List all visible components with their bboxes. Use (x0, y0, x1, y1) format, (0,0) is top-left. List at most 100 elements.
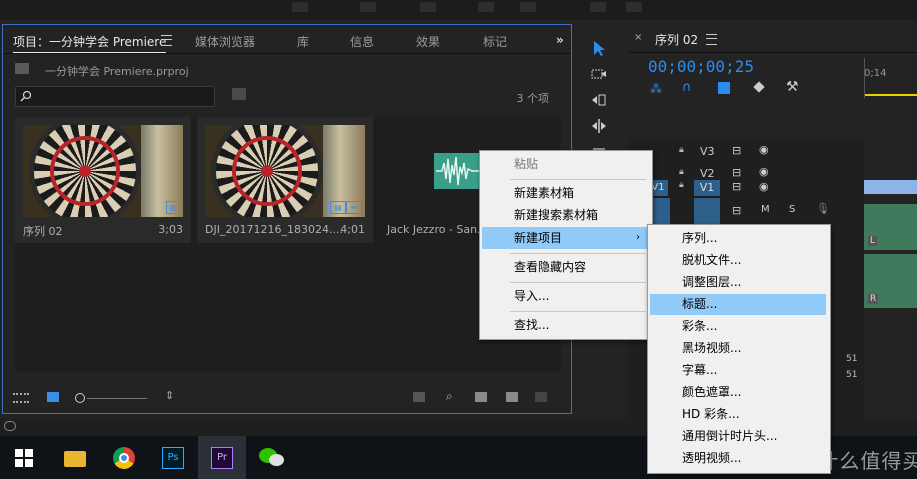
submenu-arrow-icon: › (636, 232, 640, 243)
submenu-item-adjustment-layer[interactable]: 调整图层... (650, 272, 826, 293)
work-area-bar (864, 94, 917, 96)
menu-item-new-item[interactable]: 新建项目 › (482, 227, 648, 249)
submenu-item-offline-file[interactable]: 脱机文件... (650, 250, 826, 271)
sync-lock-icon[interactable]: ⊟ (732, 204, 741, 217)
timeline-menu-icon[interactable] (706, 34, 717, 45)
submenu-item-black-video[interactable]: 黑场视频... (650, 338, 826, 359)
sync-lock-icon[interactable]: ⊟ (732, 180, 741, 193)
meter-label: 51 (846, 370, 858, 380)
eye-icon[interactable]: ◉ (759, 143, 769, 156)
wechat-button[interactable] (248, 436, 296, 479)
toolbar-ghost-icon (292, 2, 308, 12)
timeline-tab-title[interactable]: 序列 02 (655, 31, 698, 48)
media-item-duration: 4;01 (340, 223, 365, 236)
zoom-slider-track[interactable] (87, 398, 147, 399)
panel-tabs: 项目：一分钟学会 Premiere 媒体浏览器 库 信息 效果 标记 » (3, 25, 571, 54)
tab-library[interactable]: 库 (297, 33, 309, 50)
list-view-icon[interactable] (13, 393, 29, 403)
lock-icon[interactable]: 🔒︎ (679, 167, 684, 177)
track-label[interactable]: V1 (694, 180, 720, 196)
toolbar-ghost-icon (626, 2, 642, 12)
tab-markers[interactable]: 标记 (483, 33, 507, 50)
creative-cloud-icon[interactable] (4, 421, 16, 431)
track-label[interactable]: V2 (700, 167, 715, 180)
menu-item-new-bin[interactable]: 新建素材箱 (482, 183, 648, 204)
eye-icon[interactable]: ◉ (759, 180, 769, 193)
media-item-sequence[interactable]: ▥ 序列 02 3;03 (15, 117, 191, 243)
track-label[interactable]: V3 (700, 145, 715, 158)
icon-view-icon[interactable] (47, 392, 59, 402)
clear-icon[interactable] (535, 392, 547, 402)
toolbar-ghost-icon (520, 2, 536, 12)
media-item-duration: 3;03 (158, 223, 183, 236)
project-bottom-bar: ⇕ ⌕ (3, 383, 571, 413)
top-toolbar (0, 0, 917, 20)
linked-selection-icon[interactable] (718, 82, 730, 94)
project-file-name: 一分钟学会 Premiere.prproj (45, 65, 189, 78)
timecode-display[interactable]: 00;00;00;25 (648, 57, 754, 76)
windows-logo-icon (15, 449, 33, 467)
sync-lock-icon[interactable]: ⊟ (732, 144, 741, 157)
submenu-item-sequence[interactable]: 序列... (650, 228, 826, 249)
wrench-icon[interactable]: ⚒ (786, 79, 799, 95)
item-count: 3 个项 (516, 92, 550, 105)
new-bin-icon[interactable] (475, 392, 487, 402)
overflow-tabs-icon[interactable]: » (556, 33, 564, 47)
menu-item-import[interactable]: 导入... (482, 286, 648, 307)
search-icon (20, 90, 32, 102)
submenu-item-color-matte[interactable]: 颜色遮罩... (650, 382, 826, 403)
add-marker-icon[interactable] (753, 81, 765, 93)
meter-label: 51 (846, 354, 858, 364)
find-icon[interactable]: ⌕ (446, 389, 453, 404)
solo-button[interactable]: S (789, 204, 795, 215)
submenu-item-transparent-video[interactable]: 透明视频... (650, 448, 826, 469)
toolbar-ghost-icon (478, 2, 494, 12)
start-button[interactable] (0, 436, 48, 479)
media-item-name: 序列 02 (23, 225, 63, 238)
video-clip[interactable] (864, 180, 917, 194)
media-item-video[interactable]: ▤ ⇹ DJI_20171216_183024.... 4;01 (197, 117, 373, 243)
selection-tool-icon[interactable] (591, 40, 607, 56)
tab-media-browser[interactable]: 媒体浏览器 (195, 33, 255, 50)
submenu-item-hd-bars[interactable]: HD 彩条... (650, 404, 826, 425)
ripple-edit-tool-icon[interactable] (591, 92, 607, 108)
photoshop-button[interactable]: Ps (150, 436, 198, 479)
zoom-slider-handle[interactable] (75, 393, 85, 403)
sort-icon[interactable]: ⇕ (165, 389, 174, 402)
new-search-bin-icon[interactable] (232, 88, 246, 100)
close-icon[interactable]: × (634, 32, 642, 43)
search-input[interactable] (15, 86, 215, 107)
eye-icon[interactable]: ◉ (759, 165, 769, 178)
track-v1: V1 🔒︎ V1 ⊟ ◉ (628, 180, 864, 200)
premiere-button[interactable]: Pr (198, 436, 246, 479)
tab-project[interactable]: 项目：一分钟学会 Premiere (13, 33, 167, 53)
menu-item-new-search-bin[interactable]: 新建搜索素材箱 (482, 205, 648, 226)
automate-to-sequence-icon[interactable] (413, 392, 425, 402)
nest-icon[interactable]: ⁂ (650, 82, 662, 96)
lock-icon[interactable]: 🔒︎ (679, 180, 684, 190)
menu-item-view-hidden[interactable]: 查看隐藏内容 (482, 257, 648, 278)
submenu-item-countdown-leader[interactable]: 通用倒计时片头... (650, 426, 826, 447)
new-item-icon[interactable] (506, 392, 518, 402)
menu-item-find[interactable]: 查找... (482, 315, 648, 336)
file-explorer-button[interactable] (50, 436, 98, 479)
submenu-item-bars-and-tone[interactable]: 彩条... (650, 316, 826, 337)
menu-item-paste[interactable]: 粘贴 (482, 154, 648, 175)
submenu-item-captions[interactable]: 字幕... (650, 360, 826, 381)
tab-effects[interactable]: 效果 (416, 33, 440, 50)
chrome-button[interactable] (100, 436, 148, 479)
track-select-tool-icon[interactable] (591, 66, 607, 82)
photoshop-icon: Ps (162, 447, 184, 469)
microphone-icon[interactable]: 🎙︎ (816, 202, 830, 215)
audio-clip-left[interactable]: L (864, 204, 917, 250)
premiere-icon: Pr (211, 447, 233, 469)
submenu-item-title[interactable]: 标题... (650, 294, 826, 315)
audio-clip-right[interactable]: R (864, 254, 917, 308)
snap-icon[interactable]: ∩ (682, 80, 694, 95)
sync-lock-icon[interactable]: ⊟ (732, 166, 741, 179)
panel-menu-icon[interactable] (161, 35, 172, 46)
mute-button[interactable]: M (761, 204, 770, 215)
tab-info[interactable]: 信息 (350, 33, 374, 50)
lock-icon[interactable]: 🔒︎ (679, 145, 684, 155)
rolling-edit-tool-icon[interactable] (591, 118, 607, 134)
